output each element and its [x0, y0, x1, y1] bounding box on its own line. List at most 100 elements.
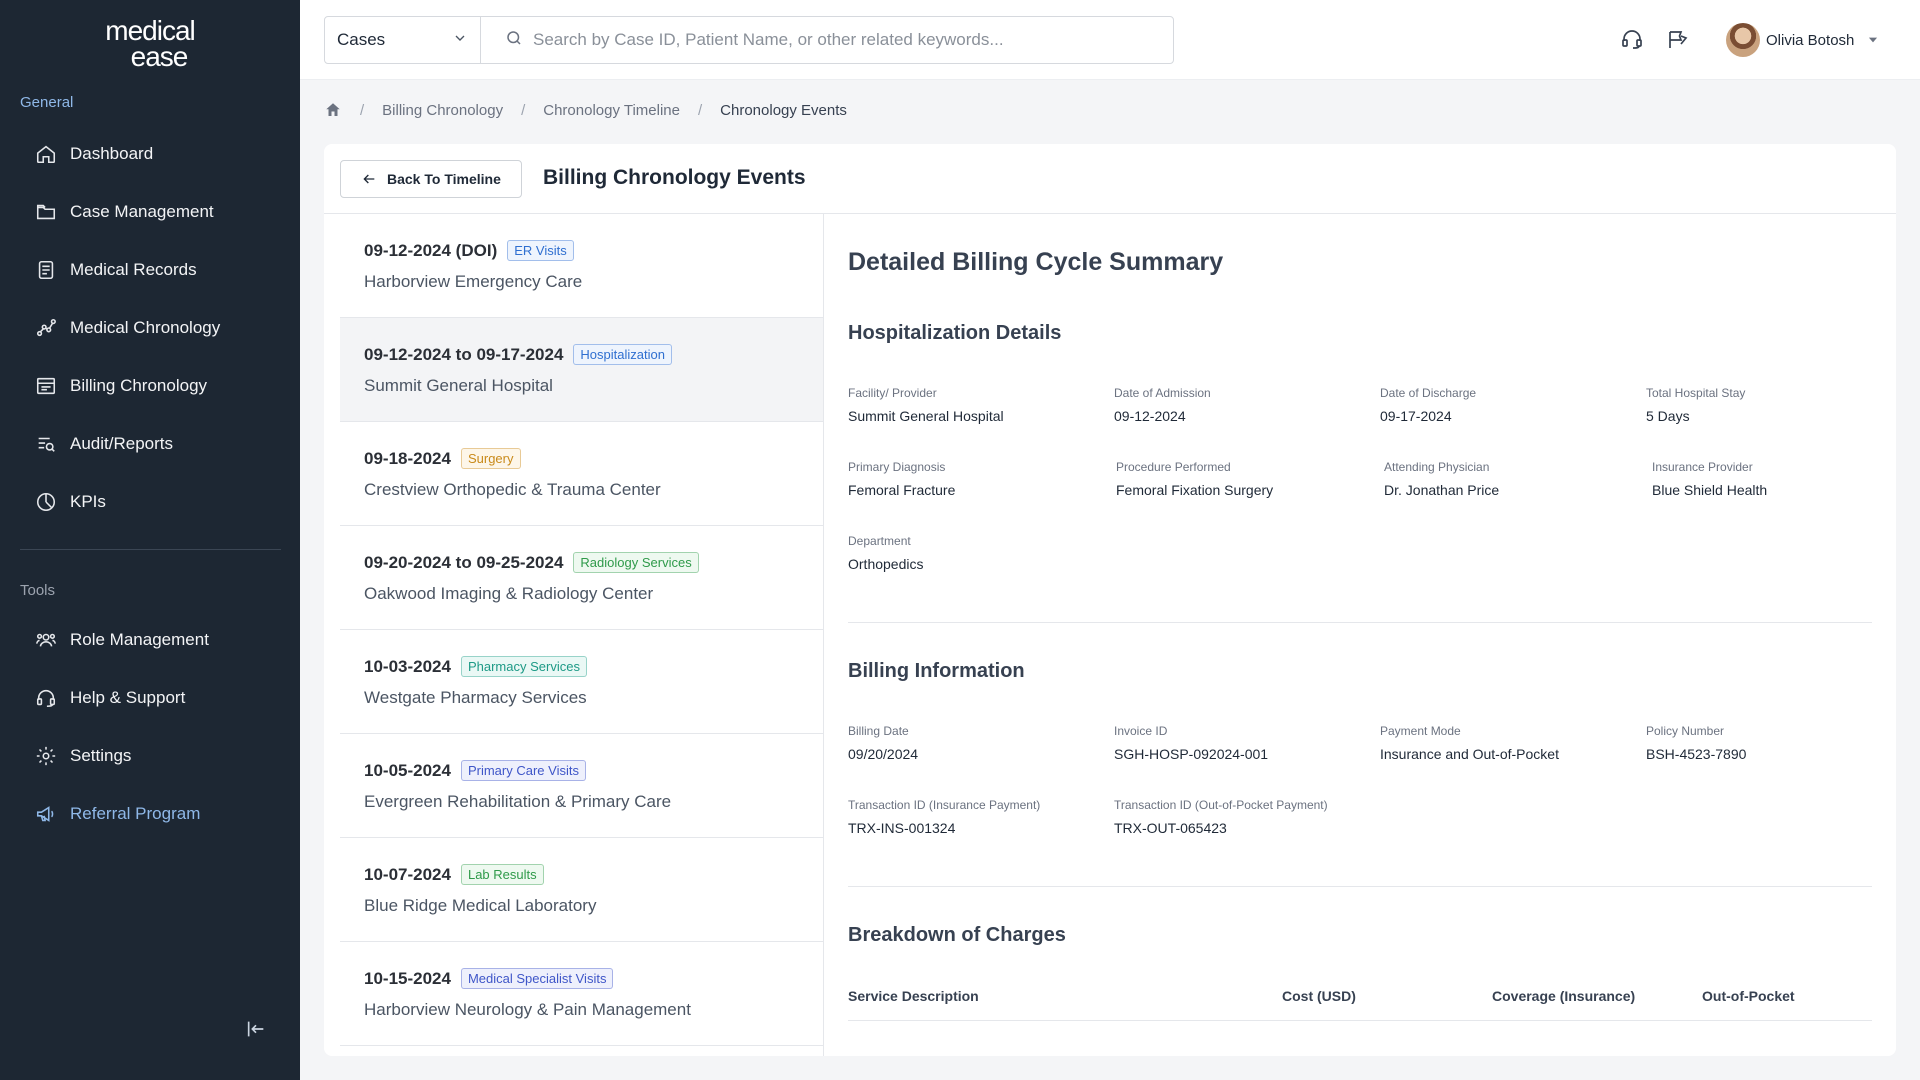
arrow-left-icon: [361, 171, 377, 187]
field-value: 09/20/2024: [848, 746, 919, 762]
field-transaction-id-out-of-pocket: Transaction ID (Out-of-Pocket Payment) T…: [1114, 798, 1328, 836]
field-value: 09-17-2024: [1380, 408, 1452, 424]
collapse-sidebar-button[interactable]: [243, 1018, 269, 1044]
sidebar-item-role-management[interactable]: Role Management: [34, 620, 209, 660]
event-item[interactable]: 10-03-2024 Pharmacy Services Westgate Ph…: [340, 630, 823, 734]
field-value: TRX-OUT-065423: [1114, 820, 1227, 836]
folder-icon: [34, 200, 58, 224]
report-search-icon: [34, 432, 58, 456]
sidebar-item-kpis[interactable]: KPIs: [34, 482, 106, 522]
field-label: Date of Admission: [1114, 386, 1211, 400]
breakdown-of-charges-heading: Breakdown of Charges: [848, 924, 1066, 946]
field-value: Femoral Fixation Surgery: [1116, 482, 1274, 498]
field-department: Department Orthopedics: [848, 534, 923, 572]
event-facility: Harborview Neurology & Pain Management: [364, 1000, 691, 1019]
event-badge: Radiology Services: [573, 552, 699, 573]
field-value: Blue Shield Health: [1652, 482, 1768, 498]
megaphone-icon: [34, 802, 58, 826]
column-header-coverage: Coverage (Insurance): [1492, 988, 1636, 1004]
event-item[interactable]: 10-15-2024 Medical Specialist Visits Har…: [340, 942, 823, 1046]
users-icon: [34, 628, 58, 652]
chevron-down-icon: [452, 30, 468, 51]
event-facility: Blue Ridge Medical Laboratory: [364, 896, 597, 915]
section-label-tools: Tools: [20, 582, 56, 599]
back-to-timeline-button[interactable]: Back To Timeline: [340, 160, 522, 198]
home-icon[interactable]: [324, 101, 342, 119]
field-date-of-admission: Date of Admission 09-12-2024: [1114, 386, 1211, 424]
breadcrumb-chronology-timeline[interactable]: Chronology Timeline: [543, 102, 680, 119]
case-type-value: Cases: [337, 30, 386, 49]
field-label: Transaction ID (Out-of-Pocket Payment): [1114, 798, 1328, 812]
sidebar-item-case-management[interactable]: Case Management: [34, 192, 214, 232]
logo-line-2: ease: [130, 41, 189, 72]
search-icon: [505, 29, 523, 52]
field-label: Payment Mode: [1380, 724, 1461, 738]
sidebar-item-help-support[interactable]: Help & Support: [34, 678, 185, 718]
support-button[interactable]: [1618, 27, 1646, 55]
column-header-service-description: Service Description: [848, 988, 979, 1004]
billing-events-card: Back To Timeline Billing Chronology Even…: [324, 144, 1896, 1056]
top-header: Cases Olivia Botosh: [300, 0, 1920, 80]
detail-title: Detailed Billing Cycle Summary: [848, 248, 1224, 276]
flag-icon: [1666, 27, 1690, 56]
field-value: Orthopedics: [848, 556, 924, 572]
event-item[interactable]: 09-12-2024 (DOI) ER Visits Harborview Em…: [340, 214, 823, 318]
field-label: Invoice ID: [1114, 724, 1168, 738]
search-box: [481, 17, 1173, 63]
field-facility-provider: Facility/ Provider Summit General Hospit…: [848, 386, 1004, 424]
field-label: Date of Discharge: [1380, 386, 1477, 400]
breadcrumb-billing-chronology[interactable]: Billing Chronology: [382, 102, 503, 119]
user-name: Olivia Botosh: [1766, 31, 1855, 49]
event-date: 10-03-2024: [364, 656, 451, 676]
events-list: 09-12-2024 (DOI) ER Visits Harborview Em…: [324, 214, 824, 1056]
event-date: 09-12-2024 (DOI): [364, 240, 498, 260]
sidebar-item-settings[interactable]: Settings: [34, 736, 131, 776]
user-menu[interactable]: Olivia Botosh: [1726, 22, 1880, 58]
event-facility: Evergreen Rehabilitation & Primary Care: [364, 792, 672, 811]
table-header-divider: [848, 1020, 1872, 1021]
event-item[interactable]: 09-18-2024 Surgery Crestview Orthopedic …: [340, 422, 823, 526]
sidebar-item-label: Referral Program: [70, 804, 201, 823]
event-item[interactable]: 09-12-2024 to 09-17-2024 Hospitalization…: [340, 318, 823, 422]
event-facility: Westgate Pharmacy Services: [364, 688, 587, 707]
hospitalization-details-heading: Hospitalization Details: [848, 322, 1062, 344]
search-bar: Cases: [324, 16, 1174, 64]
column-header-cost: Cost (USD): [1282, 988, 1356, 1004]
sidebar: medical ease General Dashboard Case Mana…: [0, 0, 300, 1080]
sidebar-item-label: Medical Chronology: [70, 318, 221, 337]
sidebar-item-dashboard[interactable]: Dashboard: [34, 134, 153, 174]
sidebar-item-medical-chronology[interactable]: Medical Chronology: [34, 308, 220, 348]
breadcrumb-separator: /: [521, 101, 526, 119]
logo[interactable]: medical ease: [100, 17, 200, 72]
billing-information-heading: Billing Information: [848, 660, 1025, 682]
field-value: Dr. Jonathan Price: [1384, 482, 1500, 498]
field-billing-date: Billing Date 09/20/2024: [848, 724, 918, 762]
sidebar-item-label: Case Management: [70, 202, 214, 221]
headset-icon: [34, 686, 58, 710]
field-value: Femoral Fracture: [848, 482, 956, 498]
sidebar-item-label: Medical Records: [70, 260, 197, 279]
sidebar-item-referral-program[interactable]: Referral Program: [34, 794, 200, 834]
event-item[interactable]: 10-05-2024 Primary Care Visits Evergreen…: [340, 734, 823, 838]
breadcrumb-separator: /: [360, 101, 365, 119]
search-input[interactable]: [533, 30, 1173, 50]
pie-chart-icon: [34, 490, 58, 514]
sidebar-item-label: KPIs: [70, 492, 106, 511]
event-item[interactable]: 10-07-2024 Lab Results Blue Ridge Medica…: [340, 838, 823, 942]
field-date-of-discharge: Date of Discharge 09-17-2024: [1380, 386, 1476, 424]
field-label: Total Hospital Stay: [1646, 386, 1746, 400]
card-header: Back To Timeline Billing Chronology Even…: [324, 144, 1896, 214]
event-facility: Crestview Orthopedic & Trauma Center: [364, 480, 661, 499]
sidebar-item-audit-reports[interactable]: Audit/Reports: [34, 424, 173, 464]
home-icon: [34, 142, 58, 166]
sidebar-item-billing-chronology[interactable]: Billing Chronology: [34, 366, 207, 406]
event-date: 10-07-2024: [364, 864, 451, 884]
event-item[interactable]: 09-20-2024 to 09-25-2024 Radiology Servi…: [340, 526, 823, 630]
notifications-button[interactable]: [1664, 27, 1692, 55]
field-primary-diagnosis: Primary Diagnosis Femoral Fracture: [848, 460, 955, 498]
section-label-general: General: [20, 94, 74, 111]
sidebar-item-medical-records[interactable]: Medical Records: [34, 250, 197, 290]
case-type-select[interactable]: Cases: [325, 17, 481, 63]
field-label: Primary Diagnosis: [848, 460, 946, 474]
page-title: Billing Chronology Events: [543, 166, 806, 189]
